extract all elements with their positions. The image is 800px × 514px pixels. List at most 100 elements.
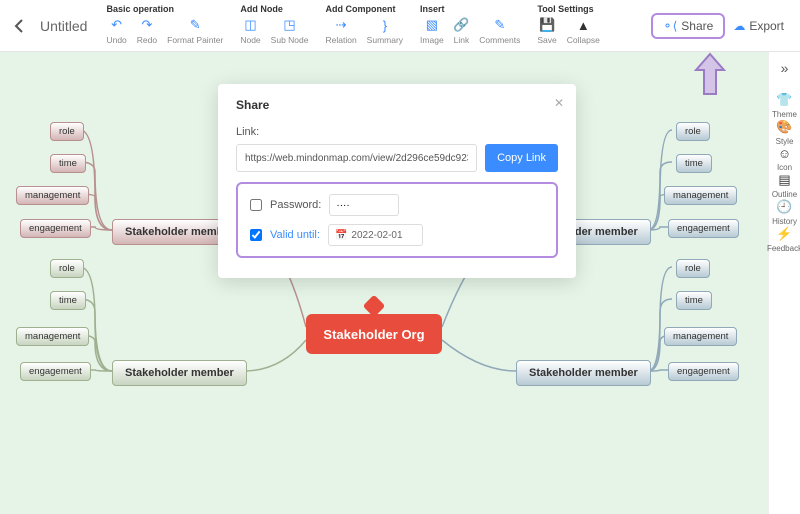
- toolbar-item-label: Relation: [325, 35, 356, 45]
- mindmap-leaf-node[interactable]: role: [676, 259, 710, 278]
- toolbar-item-label: Image: [420, 35, 444, 45]
- toolbar: Untitled Basic operation↶Undo↷Redo✎Forma…: [0, 0, 800, 52]
- mindmap-leaf-node[interactable]: time: [50, 291, 86, 310]
- toolbar-group-label: Add Component: [325, 4, 403, 14]
- collapse-button[interactable]: ▲ Collapse: [567, 17, 600, 45]
- callout-arrow: [692, 52, 728, 103]
- toolbar-item-label: Link: [454, 35, 470, 45]
- mindmap-leaf-node[interactable]: role: [50, 259, 84, 278]
- mindmap-center-node[interactable]: Stakeholder Org: [306, 314, 442, 354]
- mindmap-leaf-node[interactable]: management: [16, 327, 89, 346]
- mindmap-leaf-node[interactable]: management: [664, 327, 737, 346]
- sidebar-item-feedback[interactable]: ⚡ Feedback: [767, 226, 800, 253]
- mindmap-leaf-node[interactable]: role: [50, 122, 84, 141]
- sidebar-item-icon[interactable]: ☺ Icon: [767, 146, 800, 172]
- node-button[interactable]: ◫ Node: [240, 17, 260, 45]
- sidebar-item-label: Style: [776, 137, 794, 146]
- right-sidebar: » 👕Theme🎨Style☺ Icon▤ Outline🕘 History⚡ Feed…: [768, 52, 800, 514]
- feedback-icon: ⚡: [776, 226, 792, 242]
- sidebar-item-label: Theme: [772, 110, 797, 119]
- sub-node-icon: ◳: [283, 17, 297, 33]
- share-icon: ⚬⟨: [663, 19, 678, 33]
- mindmap-leaf-node[interactable]: engagement: [20, 362, 91, 381]
- summary-icon: }: [378, 17, 392, 33]
- sidebar-item-outline[interactable]: ▤ Outline: [767, 172, 800, 199]
- toolbar-item-label: Save: [537, 35, 556, 45]
- outline-icon: ▤: [778, 172, 790, 188]
- share-dialog: Share ✕ Link: Copy Link Password: Valid …: [218, 84, 576, 278]
- comments-button[interactable]: ✎ Comments: [479, 17, 520, 45]
- sub-node-button[interactable]: ◳ Sub Node: [271, 17, 309, 45]
- history-icon: 🕘: [776, 199, 792, 215]
- toolbar-group-label: Tool Settings: [537, 4, 599, 14]
- toolbar-item-label: Collapse: [567, 35, 600, 45]
- share-label: Share: [681, 19, 713, 33]
- redo-icon: ↷: [140, 17, 154, 33]
- toolbar-item-label: Node: [240, 35, 260, 45]
- summary-button[interactable]: }Summary: [367, 17, 403, 45]
- toolbar-group: Add Component ⇢ Relation }Summary: [316, 0, 411, 51]
- sidebar-item-style[interactable]: 🎨Style: [767, 119, 800, 146]
- toolbar-item-label: Sub Node: [271, 35, 309, 45]
- toolbar-group-label: Insert: [420, 4, 520, 14]
- relation-icon: ⇢: [334, 17, 348, 33]
- toolbar-item-label: Format Painter: [167, 35, 223, 45]
- sidebar-item-theme[interactable]: 👕Theme: [767, 92, 800, 119]
- sidebar-item-label: Feedback: [767, 244, 800, 253]
- link-button[interactable]: 🔗Link: [454, 17, 470, 45]
- toolbar-group: Basic operation↶Undo↷Redo✎Format Painter: [97, 0, 231, 51]
- link-label: Link:: [236, 126, 558, 138]
- sidebar-collapse[interactable]: »: [781, 60, 789, 76]
- toolbar-item-label: Comments: [479, 35, 520, 45]
- sidebar-item-history[interactable]: 🕘 History: [767, 199, 800, 226]
- undo-icon: ↶: [110, 17, 124, 33]
- collapse-icon: ▲: [576, 17, 590, 33]
- mindmap-leaf-node[interactable]: role: [676, 122, 710, 141]
- share-link-input[interactable]: [236, 144, 477, 172]
- mindmap-leaf-node[interactable]: time: [50, 154, 86, 173]
- dialog-title: Share: [236, 98, 558, 112]
- valid-until-input[interactable]: 📅 2022-02-01: [328, 224, 423, 246]
- calendar-icon: 📅: [335, 230, 347, 241]
- format-painter-button[interactable]: ✎Format Painter: [167, 17, 223, 45]
- mindmap-leaf-node[interactable]: management: [16, 186, 89, 205]
- export-button[interactable]: ☁ Export: [725, 15, 792, 37]
- center-label: Stakeholder Org: [323, 327, 424, 342]
- share-button[interactable]: ⚬⟨ Share: [651, 13, 726, 39]
- image-icon: ▧: [425, 17, 439, 33]
- copy-link-button[interactable]: Copy Link: [485, 144, 558, 172]
- mindmap-leaf-node[interactable]: time: [676, 154, 712, 173]
- mindmap-leaf-node[interactable]: engagement: [668, 362, 739, 381]
- toolbar-item-label: Undo: [106, 35, 126, 45]
- export-icon: ☁: [733, 19, 745, 33]
- toolbar-group-label: Add Node: [240, 4, 308, 14]
- node-icon: ◫: [244, 17, 258, 33]
- sidebar-item-label: Icon: [777, 163, 792, 172]
- undo-button[interactable]: ↶ Undo: [106, 17, 126, 45]
- comments-icon: ✎: [493, 17, 507, 33]
- toolbar-item-label: Redo: [137, 35, 157, 45]
- mindmap-member-node[interactable]: Stakeholder member: [112, 360, 247, 386]
- close-icon[interactable]: ✕: [554, 96, 564, 110]
- share-options: Password: Valid until: 📅 2022-02-01: [236, 182, 558, 258]
- password-input[interactable]: [329, 194, 399, 216]
- sidebar-item-label: Outline: [772, 190, 797, 199]
- save-button[interactable]: 💾Save: [537, 17, 556, 45]
- mindmap-leaf-node[interactable]: management: [664, 186, 737, 205]
- mindmap-leaf-node[interactable]: engagement: [668, 219, 739, 238]
- mindmap-leaf-node[interactable]: time: [676, 291, 712, 310]
- image-button[interactable]: ▧ Image: [420, 17, 444, 45]
- valid-until-checkbox[interactable]: [250, 229, 262, 241]
- mindmap-member-node[interactable]: Stakeholder member: [516, 360, 651, 386]
- relation-button[interactable]: ⇢ Relation: [325, 17, 356, 45]
- icon-icon: ☺: [778, 146, 791, 161]
- export-label: Export: [749, 19, 784, 33]
- redo-button[interactable]: ↷ Redo: [137, 17, 157, 45]
- toolbar-group: Insert ▧ Image 🔗Link ✎ Comments: [411, 0, 528, 51]
- password-checkbox[interactable]: [250, 199, 262, 211]
- mindmap-leaf-node[interactable]: engagement: [20, 219, 91, 238]
- document-title[interactable]: Untitled: [30, 0, 97, 51]
- toolbar-group: Add Node ◫ Node ◳ Sub Node: [231, 0, 316, 51]
- sidebar-item-label: History: [772, 217, 797, 226]
- back-button[interactable]: [8, 0, 30, 51]
